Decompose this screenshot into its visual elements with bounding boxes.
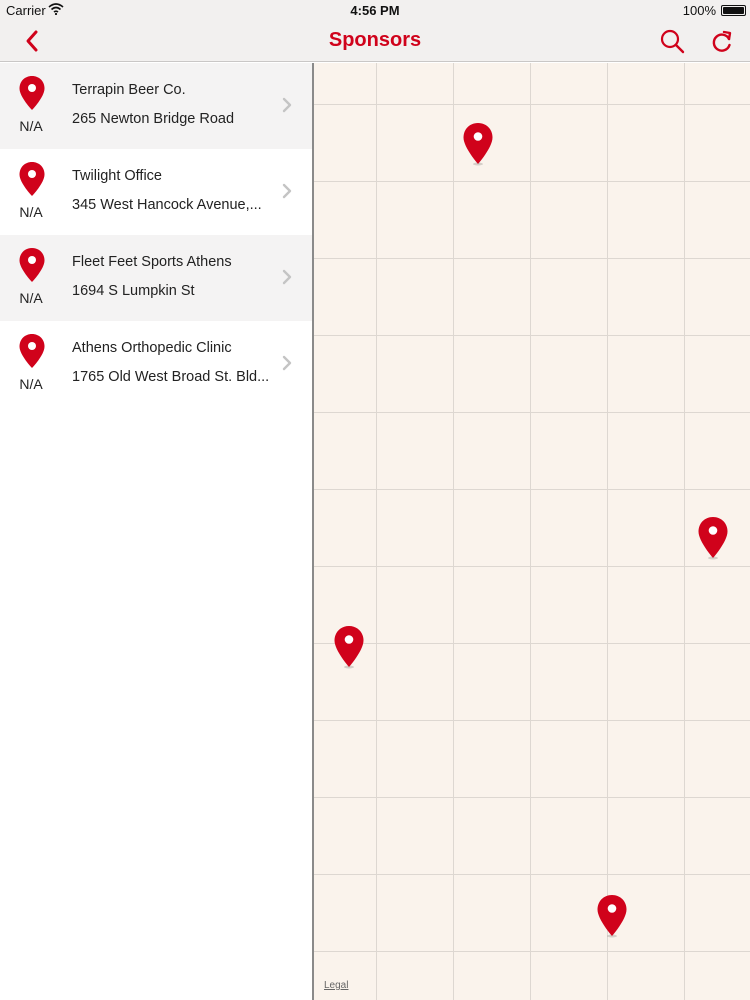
list-item[interactable]: N/A Fleet Feet Sports Athens 1694 S Lump… [0,235,312,321]
list-item[interactable]: N/A Athens Orthopedic Clinic 1765 Old We… [0,321,312,407]
nav-bar: Sponsors [0,20,750,62]
map-marker-pin-icon[interactable] [333,625,365,669]
legal-link[interactable]: Legal [324,980,348,991]
sponsor-name: Terrapin Beer Co. [72,82,186,98]
sponsor-address: 265 Newton Bridge Road [72,111,235,127]
distance-label: N/A [19,290,43,306]
sponsor-list: N/A Terrapin Beer Co. 265 Newton Bridge … [0,63,312,1000]
distance-label: N/A [19,118,43,134]
chevron-right-icon [282,269,292,285]
map-marker-pin-icon[interactable] [462,122,494,166]
distance-label: N/A [19,376,43,392]
map-pin-icon [19,248,45,282]
map-view[interactable]: Legal [314,63,750,1000]
list-item[interactable]: N/A Twilight Office 345 West Hancock Ave… [0,149,312,235]
sponsor-address: 1765 Old West Broad St. Bld... [72,369,270,385]
sponsor-name: Athens Orthopedic Clinic [72,340,232,356]
list-item[interactable]: N/A Terrapin Beer Co. 265 Newton Bridge … [0,63,312,149]
distance-label: N/A [19,204,43,220]
search-icon[interactable] [657,26,687,56]
refresh-icon[interactable] [707,27,737,57]
battery-percent: 100% [682,3,716,18]
chevron-right-icon [282,183,292,199]
sponsor-name: Twilight Office [72,168,162,184]
chevron-right-icon [282,355,292,371]
clock: 4:56 PM [350,3,400,18]
sponsor-address: 345 West Hancock Avenue,... [72,197,262,213]
sponsor-address: 1694 S Lumpkin St [72,283,195,299]
page-title: Sponsors [328,29,422,51]
status-bar: Carrier 4:56 PM 100% [0,0,750,20]
battery-icon [721,5,746,16]
map-pin-icon [19,76,45,110]
map-pin-icon [19,162,45,196]
map-marker-pin-icon[interactable] [697,516,729,560]
chevron-right-icon [282,97,292,113]
sponsor-name: Fleet Feet Sports Athens [72,254,232,270]
back-button[interactable] [18,26,48,56]
map-pin-icon [19,334,45,368]
map-marker-pin-icon[interactable] [596,894,628,938]
